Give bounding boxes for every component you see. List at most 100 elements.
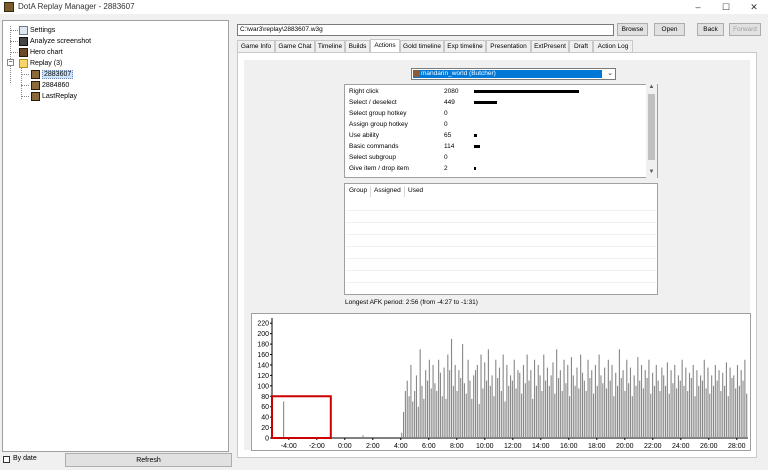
- chart-bar: [674, 364, 676, 438]
- tab-gold-timeline[interactable]: Gold timeline: [400, 40, 444, 52]
- chart-bar: [644, 370, 646, 438]
- column-header-used[interactable]: Used: [408, 187, 423, 194]
- chart-bar: [521, 393, 523, 438]
- action-bar: [474, 101, 497, 104]
- chart-bar: [569, 396, 571, 438]
- chart-bar: [489, 385, 491, 438]
- tab-extpresent[interactable]: ExtPresent: [531, 40, 569, 52]
- chart-bar: [487, 349, 489, 438]
- chart-bar: [663, 375, 665, 438]
- chart-bar: [537, 364, 539, 438]
- chart-bar: [539, 375, 541, 438]
- x-tick-label: 22:00: [644, 443, 662, 450]
- chart-bar: [707, 367, 709, 438]
- tree-item-analyze-screenshot[interactable]: Analyze screenshot: [19, 36, 91, 47]
- chart-bar: [495, 359, 497, 438]
- chart-bar: [740, 370, 742, 438]
- chart-bar: [696, 370, 698, 438]
- tree-item-lastreplay[interactable]: LastReplay: [31, 91, 77, 102]
- chart-bar: [698, 385, 700, 438]
- chart-bar: [482, 388, 484, 438]
- action-count: 2080: [444, 88, 459, 95]
- replay-tree[interactable]: Settings Analyze screenshot Hero chart −…: [2, 20, 229, 452]
- forward-button[interactable]: Forward: [729, 23, 761, 36]
- chart-bar: [432, 364, 434, 438]
- window-title: DotA Replay Manager - 2883607: [18, 2, 135, 11]
- tree-connector: [21, 85, 29, 86]
- chart-bar: [620, 378, 622, 438]
- chart-bar: [467, 359, 469, 438]
- chart-bar: [425, 370, 427, 438]
- scroll-down-icon[interactable]: ▼: [646, 169, 657, 175]
- tree-item-2883607[interactable]: 2883607: [31, 69, 74, 80]
- chart-bar: [541, 391, 543, 438]
- chart-bar: [430, 388, 432, 438]
- group-hotkey-table[interactable]: Group Assigned Used: [344, 183, 658, 295]
- tab-action-log[interactable]: Action Log: [593, 40, 633, 52]
- open-button[interactable]: Open: [654, 23, 685, 36]
- browse-button[interactable]: Browse: [617, 23, 648, 36]
- action-name: Right click: [349, 88, 379, 95]
- chart-bar: [705, 388, 707, 438]
- back-button[interactable]: Back: [697, 23, 724, 36]
- action-count: 65: [444, 132, 452, 139]
- collapse-expander[interactable]: −: [7, 59, 14, 66]
- player-select[interactable]: mandarin_world (Butcher) ⌄: [411, 68, 616, 80]
- tree-connector: [10, 41, 18, 42]
- tab-actions[interactable]: Actions: [370, 39, 400, 52]
- chart-bar: [664, 385, 667, 438]
- action-count: 0: [444, 110, 448, 117]
- replay-path-input[interactable]: C:\war3\replay\2883607.w3g: [237, 24, 614, 36]
- tab-presentation[interactable]: Presentation: [486, 40, 531, 52]
- action-count-list[interactable]: Right click 2080 Select / deselect 449 Sel…: [344, 84, 658, 178]
- chart-bar: [439, 372, 441, 438]
- tree-item-settings[interactable]: Settings: [19, 25, 55, 36]
- tab-timeline[interactable]: Timeline: [315, 40, 345, 52]
- chart-bar: [653, 385, 656, 438]
- chart-bar: [598, 354, 600, 438]
- chart-bar: [408, 396, 410, 438]
- tab-game-info[interactable]: Game Info: [237, 40, 275, 52]
- by-date-label: By date: [13, 455, 37, 462]
- tab-builds[interactable]: Builds: [345, 40, 370, 52]
- scroll-thumb[interactable]: [648, 94, 655, 160]
- chart-bar: [580, 354, 582, 438]
- minimize-button[interactable]: –: [684, 0, 712, 14]
- column-header-group[interactable]: Group: [349, 187, 367, 194]
- scroll-up-icon[interactable]: ▲: [646, 84, 657, 90]
- tree-item-2884860[interactable]: 2884860: [31, 80, 69, 91]
- by-date-checkbox[interactable]: [3, 456, 10, 463]
- column-header-assigned[interactable]: Assigned: [374, 187, 401, 194]
- chart-bar: [628, 383, 630, 438]
- action-row: Select / deselect 449: [349, 97, 497, 108]
- replay-icon: [31, 69, 40, 79]
- refresh-button[interactable]: Refresh: [65, 453, 232, 467]
- chart-bar: [576, 367, 578, 438]
- action-row: Give item / drop item 2: [349, 163, 476, 174]
- y-tick-label: 120: [257, 373, 269, 380]
- tree-item-replay-folder[interactable]: Replay (3): [19, 58, 62, 69]
- chart-bar: [746, 393, 748, 438]
- action-list-scrollbar[interactable]: ▲ ▼: [646, 84, 657, 178]
- tab-exp-timeline[interactable]: Exp timeline: [444, 40, 486, 52]
- maximize-button[interactable]: ☐: [712, 0, 740, 14]
- replay-icon: [31, 91, 40, 101]
- column-divider: [404, 186, 405, 197]
- chart-bar: [421, 385, 423, 438]
- chart-bar: [659, 391, 661, 438]
- action-row: Select subgroup 0: [349, 152, 448, 163]
- chart-bar: [548, 385, 550, 438]
- x-tick-label: -2:00: [309, 443, 325, 450]
- tree-item-hero-chart[interactable]: Hero chart: [19, 47, 63, 58]
- x-tick-label: -4:00: [281, 443, 297, 450]
- chart-bar: [613, 396, 615, 438]
- action-name: Select group hotkey: [349, 110, 407, 117]
- chart-bar: [412, 401, 414, 438]
- close-button[interactable]: ✕: [740, 0, 768, 14]
- chart-bar: [454, 364, 456, 438]
- table-row-line: [346, 270, 656, 271]
- chart-bar: [688, 372, 691, 438]
- tab-game-chat[interactable]: Game Chat: [275, 40, 315, 52]
- tab-draft[interactable]: Draft: [569, 40, 593, 52]
- action-row: Assign group hotkey 0: [349, 119, 448, 130]
